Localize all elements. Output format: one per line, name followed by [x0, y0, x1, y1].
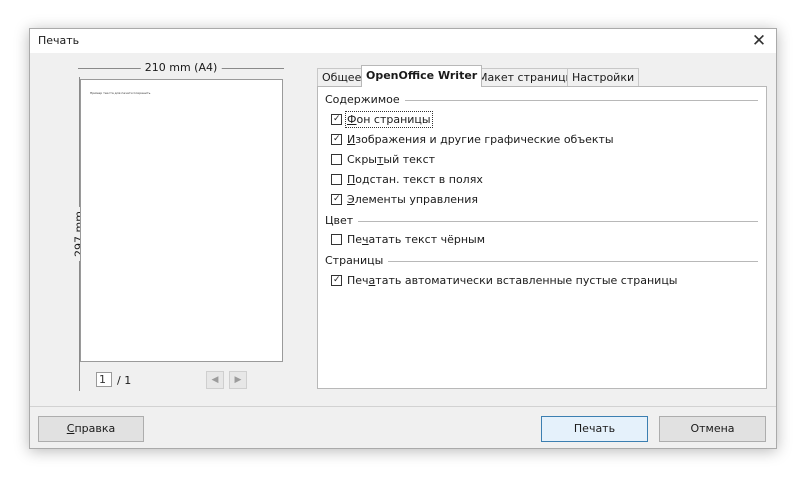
- checkbox-box[interactable]: ✓: [331, 134, 342, 145]
- page-number-input[interactable]: [96, 372, 112, 387]
- tab-page-layout[interactable]: Макет страницы: [473, 68, 580, 86]
- tab-openoffice-writer[interactable]: OpenOffice Writer: [361, 65, 483, 87]
- print-preview: 210 mm (A4) 297 mm Пример текста для печ…: [72, 59, 292, 399]
- checkmark-icon: ✓: [333, 134, 341, 144]
- checkbox-label: Подстан. текст в полях: [347, 173, 483, 186]
- checkbox-label: Печатать автоматически вставленные пусты…: [347, 274, 678, 287]
- title-bar: Печать ✕: [30, 29, 776, 53]
- checkmark-icon: ✓: [333, 275, 341, 285]
- checkmark-icon: ✓: [333, 194, 341, 204]
- print-dialog: Печать ✕ 210 mm (A4) 297 mm Пример текст…: [29, 28, 777, 449]
- page-navigation: / 1 ◀ ▶: [96, 371, 296, 391]
- page-total: / 1: [117, 374, 132, 387]
- checkbox-label: Элементы управления: [347, 193, 478, 206]
- checkbox-label: Печатать текст чёрным: [347, 233, 486, 246]
- section-contents-title: Содержимое: [325, 93, 405, 106]
- checkbox-box[interactable]: [331, 174, 342, 185]
- print-button[interactable]: Печать: [541, 416, 648, 442]
- checkbox-box[interactable]: ✓: [331, 275, 342, 286]
- footer-divider: [30, 406, 776, 407]
- checkbox-box[interactable]: [331, 154, 342, 165]
- previous-page-icon[interactable]: ◀: [206, 371, 224, 389]
- checkbox-label: Фон страницы: [345, 111, 433, 128]
- tab-options[interactable]: Настройки: [567, 68, 640, 86]
- next-page-icon[interactable]: ▶: [229, 371, 247, 389]
- page-preview-text: Пример текста для печати Сохранить: [90, 91, 151, 95]
- checkbox-box[interactable]: ✓: [331, 114, 342, 125]
- help-button[interactable]: Справка: [38, 416, 144, 442]
- checkmark-icon: ✓: [333, 114, 341, 124]
- cancel-button[interactable]: Отмена: [659, 416, 766, 442]
- close-icon[interactable]: ✕: [748, 30, 770, 52]
- section-contents: Содержимое: [325, 93, 758, 107]
- section-color: Цвет: [325, 214, 758, 228]
- checkbox-box[interactable]: ✓: [331, 194, 342, 205]
- page-thumbnail: Пример текста для печати Сохранить: [80, 79, 283, 362]
- checkbox-box[interactable]: [331, 234, 342, 245]
- section-pages: Страницы: [325, 254, 758, 268]
- width-dimension: 210 mm (A4): [78, 61, 284, 75]
- checkbox-label: Скрытый текст: [347, 153, 436, 166]
- tab-general[interactable]: Общее: [317, 68, 367, 86]
- section-color-title: Цвет: [325, 214, 359, 227]
- tab-panel-writer: Содержимое ✓ Фон страницы ✓ Изображения …: [317, 86, 767, 389]
- width-label: 210 mm (A4): [140, 61, 222, 74]
- dialog-title: Печать: [38, 34, 80, 47]
- section-pages-title: Страницы: [325, 254, 389, 267]
- checkbox-label: Изображения и другие графические объекты: [347, 133, 614, 146]
